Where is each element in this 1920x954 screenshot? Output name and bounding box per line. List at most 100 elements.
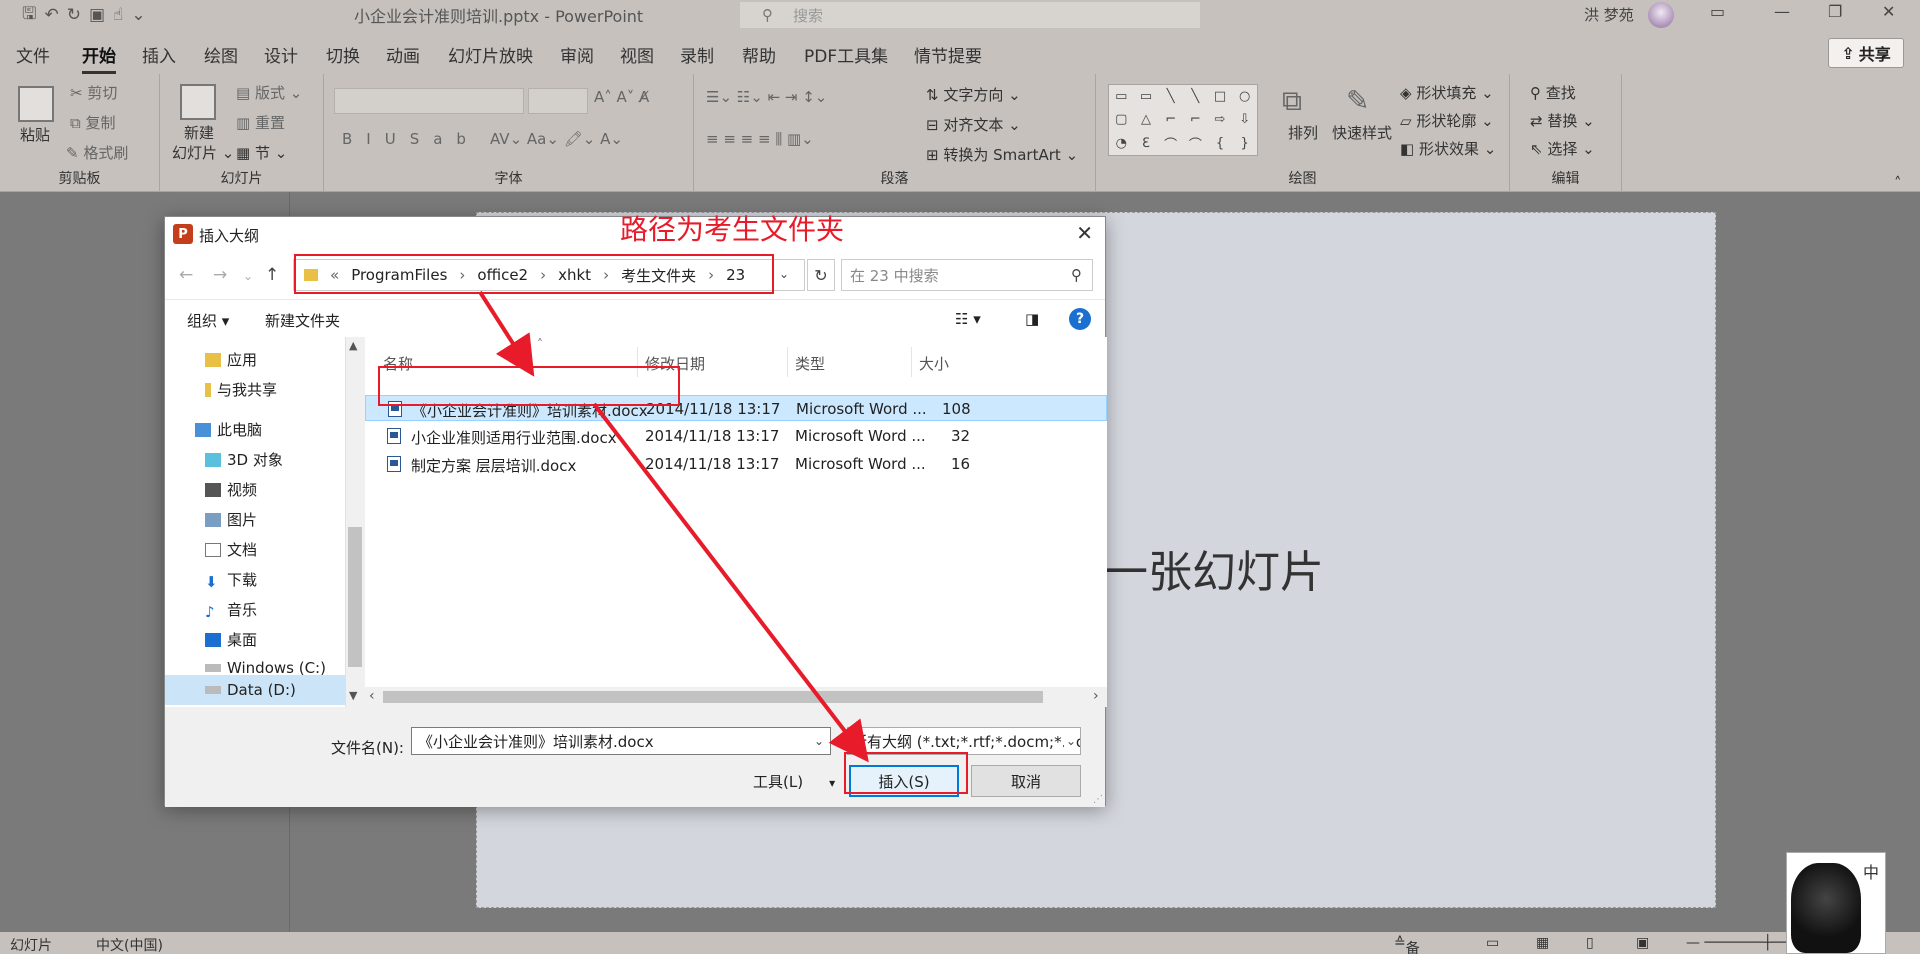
new-slide-label-2[interactable]: 幻灯片 ⌄ [172,142,234,163]
recent-locations-icon[interactable]: ⌄ [243,269,253,283]
tab-help[interactable]: 帮助 [742,42,776,67]
shapes-gallery[interactable]: ▭ ▭ ╲ ╲ □ ○ ▢ △ ⌐ ⌐ ⇨ ⇩ ◔ ℇ ⌒ ⌒{} [1108,84,1258,156]
paste-button[interactable]: 粘贴 [20,124,50,145]
nav-item-apps[interactable]: 应用 [205,349,257,370]
customize-qat-icon[interactable]: ⌄ [131,5,145,25]
help-icon[interactable]: ? [1069,308,1091,330]
nav-item-pictures[interactable]: 图片 [205,509,257,530]
undo-icon[interactable]: ↶ [44,5,58,25]
shape-outline-button[interactable]: ▱ 形状轮廓 ⌄ [1400,110,1494,131]
select-button[interactable]: ⇖ 选择 ⌄ [1530,138,1595,159]
text-direction-button[interactable]: ⇅ 文字方向 ⌄ [926,84,1021,105]
nav-item-music[interactable]: ♪ 音乐 [205,599,257,621]
chevron-down-icon[interactable]: ⌄ [1063,734,1076,748]
cancel-button[interactable]: 取消 [971,765,1081,797]
save-icon[interactable]: 🖫 [22,1,36,30]
touch-mode-icon[interactable]: ☝ [113,5,123,25]
back-icon[interactable]: ← [179,265,193,285]
avatar[interactable] [1648,2,1674,28]
chevron-down-icon[interactable]: ⌄ [814,734,824,748]
nav-item-drive-d[interactable]: Data (D:) [205,681,296,699]
arrange-icon[interactable]: ⧉ [1282,84,1302,118]
slideshow-view-icon[interactable]: ▣ [1636,935,1649,951]
scroll-right-icon[interactable]: › [1093,688,1099,704]
up-icon[interactable]: ↑ [265,265,279,285]
quick-styles-icon[interactable]: ✎ [1346,84,1369,117]
nav-item-videos[interactable]: 视频 [205,479,257,500]
file-row[interactable]: 制定方案 层层培训.docx 2014/11/18 13:17 Microsof… [365,451,1107,477]
dialog-close-icon[interactable]: ✕ [1076,221,1093,245]
tab-slideshow[interactable]: 幻灯片放映 [448,42,533,67]
scroll-left-icon[interactable]: ‹ [369,688,375,704]
user-name[interactable]: 洪 梦苑 [1584,4,1634,25]
tab-record[interactable]: 录制 [680,42,714,67]
font-family-select[interactable] [334,88,524,114]
organize-button[interactable]: 组织 ▾ [187,310,229,331]
column-divider[interactable] [787,347,788,377]
preview-pane-icon[interactable]: ◨ [1025,310,1039,328]
font-size-select[interactable] [528,88,588,114]
format-painter-button[interactable]: ✎ 格式刷 [66,142,128,163]
notes-button[interactable]: ≙ 备注 [1394,935,1420,954]
resize-grip-icon[interactable]: ⋰ [1093,794,1103,805]
file-row[interactable]: 小企业准则适用行业范围.docx 2014/11/18 13:17 Micros… [365,423,1107,449]
smartart-button[interactable]: ⊞ 转换为 SmartArt ⌄ [926,144,1078,165]
nav-item-desktop[interactable]: 桌面 [205,629,257,650]
reset-button[interactable]: ▥ 重置 [236,112,285,133]
forward-icon[interactable]: → [213,265,227,285]
shape-effects-button[interactable]: ◧ 形状效果 ⌄ [1400,138,1496,159]
filename-input[interactable]: 《小企业会计准则》培训素材.docx ⌄ [411,727,831,755]
tell-me-search[interactable]: ⚲ 搜索 [740,2,1200,28]
collapse-ribbon-icon[interactable]: ˄ [1894,174,1902,192]
tab-file[interactable]: 文件 [16,42,50,67]
layout-button[interactable]: ▤ 版式 ⌄ [236,82,302,103]
font-size-buttons[interactable]: A˄ A˅ A̸ [594,88,649,106]
tools-button[interactable]: 工具(L) ▾ [753,771,835,792]
tab-transitions[interactable]: 切换 [326,42,360,67]
nav-item-this-pc[interactable]: 此电脑 [195,419,262,440]
spacing-case-buttons[interactable]: AV⌄ Aa⌄ 🖍⌄ A⌄ [490,130,623,148]
close-icon[interactable]: ✕ [1882,2,1895,21]
arrange-button[interactable]: 排列 [1288,122,1318,143]
cut-button[interactable]: ✂ 剪切 [70,82,117,103]
share-button[interactable]: ⇪ 共享 [1828,38,1904,68]
file-type-select[interactable]: 所有大纲 (*.txt;*.rtf;*.docm;*.docx ⌄ [847,727,1081,755]
address-dropdown-icon[interactable]: ⌄ [779,267,789,281]
tab-animations[interactable]: 动画 [386,42,420,67]
tab-home[interactable]: 开始 [82,42,116,74]
tab-draw[interactable]: 绘图 [204,42,238,67]
presentation-icon[interactable]: ▣ [89,5,105,25]
ribbon-display-icon[interactable]: ▭ [1710,2,1725,21]
folder-search-input[interactable]: 在 23 中搜索 ⚲ [841,259,1093,291]
language-indicator[interactable]: 中文(中国) [96,935,163,954]
copy-button[interactable]: ⧉ 复制 [70,112,116,133]
align-buttons[interactable]: ≡ ≡ ≡ ≡ ⫼ ▥⌄ [706,130,814,148]
file-list-horizontal-scrollbar[interactable]: ‹ › [365,687,1107,707]
column-divider[interactable] [911,347,912,377]
navigation-scroll-thumb[interactable] [348,527,362,667]
replace-button[interactable]: ⇄ 替换 ⌄ [1530,110,1595,131]
list-buttons[interactable]: ☰⌄ ☷⌄ ⇤ ⇥ ↕⌄ [706,88,827,106]
tab-storyboard[interactable]: 情节提要 [914,42,982,67]
nav-item-downloads[interactable]: ⬇ 下载 [205,569,257,591]
nav-item-drive-c[interactable]: Windows (C:) [205,659,326,677]
new-slide-icon[interactable] [180,84,216,120]
nav-item-shared[interactable]: 与我共享 [205,379,277,400]
normal-view-icon[interactable]: ▭ [1486,935,1499,951]
scroll-down-icon[interactable]: ▼ [349,689,357,702]
nav-item-3d-objects[interactable]: 3D 对象 [205,449,283,470]
ime-widget[interactable]: 中 [1786,852,1886,954]
column-size[interactable]: 大小 [919,353,949,374]
view-options-icon[interactable]: ☷ ▾ [955,310,981,328]
nav-item-documents[interactable]: 文档 [205,539,257,560]
quick-styles-button[interactable]: 快速样式 [1332,122,1392,143]
minimize-icon[interactable]: — [1774,2,1790,21]
paste-icon[interactable] [18,86,54,122]
shape-fill-button[interactable]: ◈ 形状填充 ⌄ [1400,82,1494,103]
slide-sorter-icon[interactable]: ▦ [1536,935,1549,951]
scroll-up-icon[interactable]: ▲ [349,339,357,352]
refresh-icon[interactable]: ↻ [807,259,835,291]
align-text-button[interactable]: ⊟ 对齐文本 ⌄ [926,114,1021,135]
tab-pdf-tools[interactable]: PDF工具集 [804,42,888,67]
tab-design[interactable]: 设计 [264,42,298,67]
